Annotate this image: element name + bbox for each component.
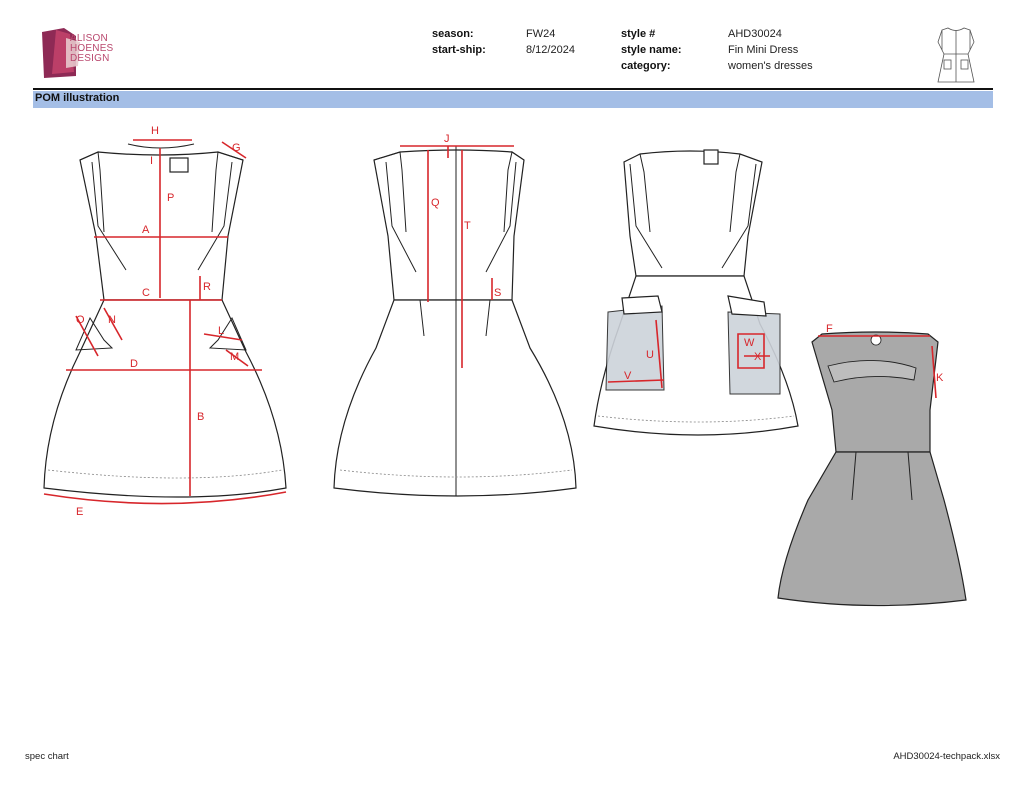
category-label: category: bbox=[621, 60, 671, 72]
svg-text:I: I bbox=[150, 155, 153, 167]
section-title: POM illustration bbox=[35, 92, 120, 104]
style-number-value: AHD30024 bbox=[728, 28, 782, 40]
svg-text:O: O bbox=[76, 314, 85, 326]
season-value: FW24 bbox=[526, 28, 556, 40]
season-label: season: bbox=[432, 28, 474, 40]
svg-text:C: C bbox=[142, 287, 150, 299]
style-number-label: style # bbox=[621, 28, 656, 40]
svg-text:S: S bbox=[494, 287, 501, 299]
header-left-values: FW24 8/12/2024 bbox=[526, 26, 575, 58]
svg-text:K: K bbox=[936, 372, 944, 384]
svg-text:B: B bbox=[197, 411, 204, 423]
pocket-detail-view bbox=[593, 149, 799, 436]
svg-text:T: T bbox=[464, 220, 471, 232]
svg-text:F: F bbox=[826, 323, 833, 335]
svg-text:J: J bbox=[444, 133, 450, 145]
header-right-labels: style # style name: category: bbox=[621, 26, 682, 74]
start-ship-value: 8/12/2024 bbox=[526, 44, 575, 56]
svg-text:U: U bbox=[646, 349, 654, 361]
svg-text:P: P bbox=[167, 192, 174, 204]
back-view bbox=[333, 146, 577, 497]
svg-text:X: X bbox=[754, 351, 762, 363]
section-header: POM illustration bbox=[33, 91, 993, 108]
header-right-values: AHD30024 Fin Mini Dress women's dresses bbox=[728, 26, 813, 74]
category-value: women's dresses bbox=[728, 60, 813, 72]
dress-thumbnail bbox=[937, 27, 975, 83]
style-name-value: Fin Mini Dress bbox=[728, 44, 799, 56]
svg-text:A: A bbox=[142, 224, 150, 236]
svg-text:L: L bbox=[218, 325, 224, 337]
svg-text:V: V bbox=[624, 370, 632, 382]
pom-illustration: .o { fill:#fff; stroke:#222; stroke-widt… bbox=[43, 125, 967, 607]
footer-left: spec chart bbox=[25, 751, 69, 762]
svg-text:Q: Q bbox=[431, 197, 440, 209]
start-ship-label: start-ship: bbox=[432, 44, 486, 56]
header-left-labels: season: start-ship: bbox=[432, 26, 486, 58]
svg-text:W: W bbox=[744, 337, 755, 349]
svg-text:R: R bbox=[203, 281, 211, 293]
svg-text:H: H bbox=[151, 125, 159, 137]
svg-text:G: G bbox=[232, 142, 241, 154]
svg-text:D: D bbox=[130, 358, 138, 370]
svg-text:M: M bbox=[230, 351, 239, 363]
footer-right: AHD30024-techpack.xlsx bbox=[893, 751, 1000, 762]
style-name-label: style name: bbox=[621, 44, 682, 56]
logo-wordmark: ALISON HOENES DESIGN bbox=[70, 33, 114, 64]
svg-text:E: E bbox=[76, 506, 83, 518]
svg-text:N: N bbox=[108, 314, 116, 326]
header-divider bbox=[33, 88, 993, 90]
